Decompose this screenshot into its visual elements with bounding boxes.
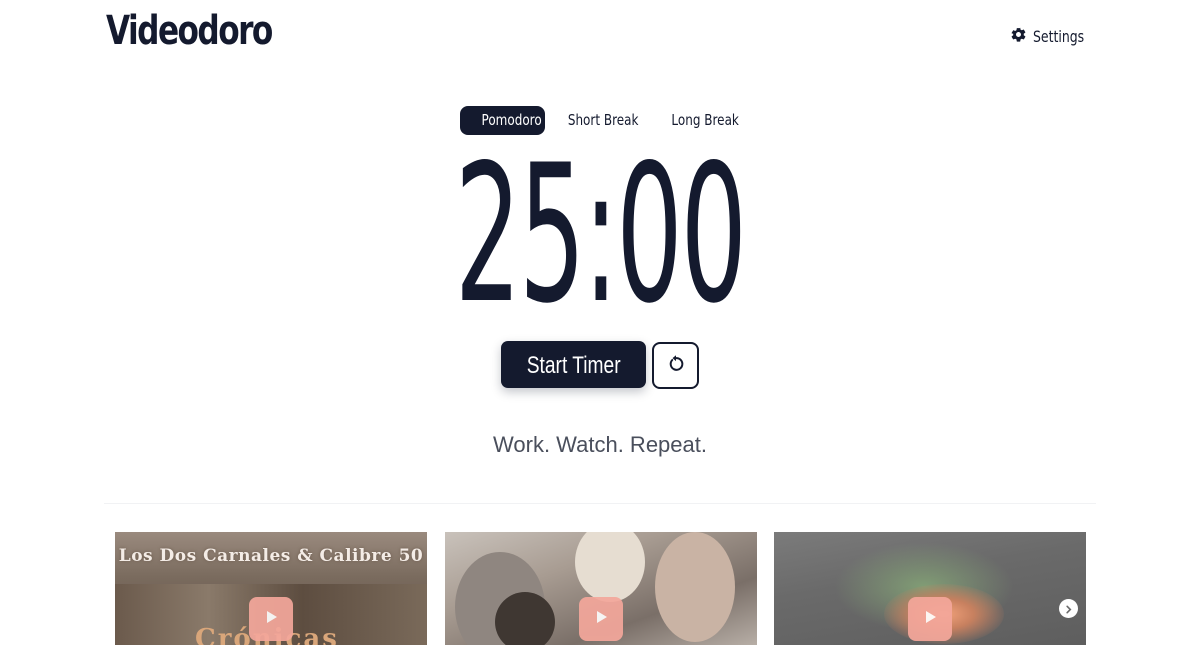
reset-button[interactable] <box>652 342 699 389</box>
divider <box>104 503 1096 504</box>
chevron-right-icon <box>1064 599 1073 618</box>
start-timer-button[interactable]: Start Timer <box>501 341 646 388</box>
play-button[interactable] <box>249 597 293 641</box>
play-button[interactable] <box>908 597 952 641</box>
play-icon <box>922 609 938 629</box>
video-overlay-title: Los Dos Carnales & Calibre 50 <box>118 546 424 566</box>
tagline: Work. Watch. Repeat. <box>493 432 707 457</box>
video-card[interactable] <box>774 532 1086 645</box>
play-icon <box>263 609 279 629</box>
timer-display: 25:00 <box>454 124 747 345</box>
app-logo[interactable]: Videodoro <box>106 8 273 54</box>
video-card[interactable]: Los Dos Carnales & Calibre 50 Crónicas <box>115 532 427 645</box>
video-card[interactable] <box>445 532 757 645</box>
carousel-next-button[interactable] <box>1059 599 1078 618</box>
settings-button[interactable]: Settings <box>1010 26 1099 47</box>
reset-icon <box>666 354 686 378</box>
play-icon <box>593 609 609 629</box>
play-button[interactable] <box>579 597 623 641</box>
gear-icon <box>1010 26 1027 47</box>
settings-label: Settings <box>1033 27 1085 46</box>
header: Videodoro Settings <box>0 0 1200 80</box>
